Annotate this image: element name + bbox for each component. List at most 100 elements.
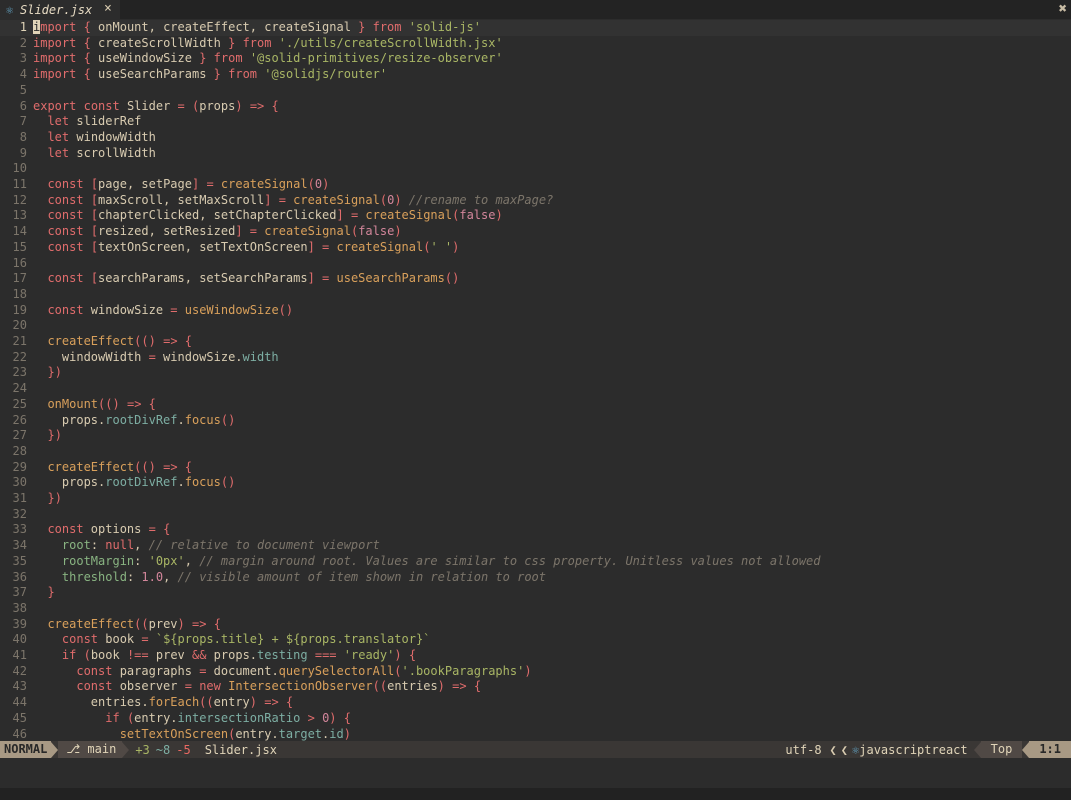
diff-added: +3: [135, 742, 150, 757]
close-icon[interactable]: ×: [104, 1, 112, 16]
line-number: 10: [12, 161, 27, 176]
code-line[interactable]: 5: [0, 83, 1071, 99]
code-line[interactable]: 7 let sliderRef: [0, 114, 1071, 130]
code-line[interactable]: 43 const observer = new IntersectionObse…: [0, 679, 1071, 695]
code-line[interactable]: 8 let windowWidth: [0, 130, 1071, 146]
code-line[interactable]: 6 export const Slider = (props) => {: [0, 99, 1071, 115]
line-number: 46: [12, 726, 27, 741]
line-number: 25: [12, 396, 27, 411]
code-line[interactable]: 21 createEffect(() => {: [0, 334, 1071, 350]
line-number: 29: [12, 459, 27, 474]
line-number: 40: [12, 632, 27, 647]
code-line[interactable]: 25 onMount(() => {: [0, 397, 1071, 413]
code-line[interactable]: 3 import { useWindowSize } from '@solid-p…: [0, 51, 1071, 67]
code-line[interactable]: 13 const [chapterClicked, setChapterClic…: [0, 208, 1071, 224]
code-line[interactable]: 16: [0, 256, 1071, 272]
code-text: onMount(() => {: [47, 396, 156, 411]
code-line[interactable]: 35 rootMargin: '0px', // margin around r…: [0, 554, 1071, 570]
code-line[interactable]: 45 if (entry.intersectionRatio > 0) {: [0, 711, 1071, 727]
code-text: let scrollWidth: [47, 145, 156, 160]
code-text: windowWidth = windowSize.width: [33, 349, 279, 364]
code-line[interactable]: 24: [0, 381, 1071, 397]
line-number: 14: [12, 224, 27, 239]
code-text: import { onMount, createEffect, createSi…: [33, 20, 481, 34]
code-line[interactable]: 40 const book = `${props.title} + ${prop…: [0, 632, 1071, 648]
code-line[interactable]: 41 if (book !== prev && props.testing ==…: [0, 648, 1071, 664]
code-text: }): [47, 491, 62, 505]
code-text: if (entry.intersectionRatio > 0) {: [105, 710, 351, 725]
tab-slider-jsx[interactable]: ⚛ Slider.jsx ×: [0, 0, 120, 19]
separator-left-icon: ❮: [840, 742, 849, 757]
code-line[interactable]: 19 const windowSize = useWindowSize(): [0, 303, 1071, 319]
code-line[interactable]: 28: [0, 444, 1071, 460]
code-line[interactable]: 42 const paragraphs = document.querySele…: [0, 664, 1071, 680]
line-number: 11: [12, 177, 27, 191]
code-line[interactable]: 46 setTextOnScreen(entry.target.id): [0, 727, 1071, 743]
close-all-icon[interactable]: ✖: [1059, 1, 1067, 17]
line-number: 32: [12, 506, 27, 521]
line-number: 8: [19, 129, 27, 144]
code-text: const [chapterClicked, setChapterClicked…: [47, 208, 503, 223]
line-number: 42: [12, 663, 27, 678]
separator: [51, 741, 59, 758]
code-text: rootMargin: '0px', // margin around root…: [61, 553, 821, 568]
code-line[interactable]: 30 props.rootDivRef.focus(): [0, 475, 1071, 491]
status-file-name: Slider.jsx: [204, 742, 277, 757]
code-text: }: [47, 585, 55, 600]
code-line[interactable]: 4 import { useSearchParams } from '@solid…: [0, 67, 1071, 83]
code-text: props.rootDivRef.focus(): [33, 412, 236, 427]
code-text: threshold: 1.0, // visible amount of ite…: [61, 569, 546, 584]
line-number: 35: [12, 553, 27, 568]
code-text: export const Slider = (props) => {: [33, 98, 279, 113]
line-number: 27: [12, 428, 27, 443]
filetype-label: javascriptreact: [859, 742, 968, 757]
code-line[interactable]: 10: [0, 161, 1071, 177]
code-line[interactable]: 36 threshold: 1.0, // visible amount of …: [0, 570, 1071, 586]
line-number: 4: [19, 67, 27, 82]
react-atom-icon: ⚛: [6, 2, 14, 17]
code-line[interactable]: 9 let scrollWidth: [0, 146, 1071, 162]
command-line[interactable]: [0, 758, 1071, 788]
line-number: 17: [12, 271, 27, 286]
code-text: entries.forEach((entry) => {: [33, 695, 294, 710]
line-number: 19: [12, 302, 27, 317]
line-number: 39: [12, 616, 27, 631]
code-line[interactable]: 1 import { onMount, createEffect, createS…: [0, 20, 1071, 36]
code-text: createEffect(() => {: [47, 459, 193, 474]
separator: [1022, 741, 1030, 758]
code-text: createEffect(() => {: [47, 334, 193, 348]
line-number: 23: [12, 365, 27, 380]
code-line[interactable]: 27 }): [0, 428, 1071, 444]
code-line[interactable]: 34 root: null, // relative to document v…: [0, 538, 1071, 554]
code-text: setTextOnScreen(entry.target.id): [119, 726, 351, 741]
code-editor[interactable]: 1 import { onMount, createEffect, createS…: [0, 19, 1071, 741]
code-line[interactable]: 33 const options = {: [0, 522, 1071, 538]
line-number: 15: [12, 239, 27, 254]
code-line[interactable]: 20: [0, 318, 1071, 334]
code-line[interactable]: 23 }): [0, 365, 1071, 381]
code-line[interactable]: 38: [0, 601, 1071, 617]
code-line[interactable]: 32: [0, 507, 1071, 523]
code-text: }): [47, 428, 62, 443]
code-line[interactable]: 14 const [resized, setResized] = createS…: [0, 224, 1071, 240]
code-line[interactable]: 37 }: [0, 585, 1071, 601]
code-line[interactable]: 17 const [searchParams, setSearchParams]…: [0, 271, 1071, 287]
code-line[interactable]: 2 import { createScrollWidth } from './ut…: [0, 36, 1071, 52]
code-line[interactable]: 29 createEffect(() => {: [0, 460, 1071, 476]
code-line[interactable]: 39 createEffect((prev) => {: [0, 617, 1071, 633]
code-line[interactable]: 11 const [page, setPage] = createSignal(…: [0, 177, 1071, 193]
code-line[interactable]: 18: [0, 287, 1071, 303]
separator: [122, 741, 130, 758]
line-number: 12: [12, 192, 27, 207]
code-text: import { useSearchParams } from '@solidj…: [33, 67, 388, 82]
code-line[interactable]: 12 const [maxScroll, setMaxScroll] = cre…: [0, 193, 1071, 209]
code-line[interactable]: 22 windowWidth = windowSize.width: [0, 350, 1071, 366]
line-number: 13: [12, 208, 27, 223]
code-line[interactable]: 15 const [textOnScreen, setTextOnScreen]…: [0, 240, 1071, 256]
code-line[interactable]: 31 }): [0, 491, 1071, 507]
line-number: 21: [12, 334, 27, 348]
code-line[interactable]: 26 props.rootDivRef.focus(): [0, 413, 1071, 429]
line-number: 18: [12, 286, 27, 301]
code-text: let windowWidth: [47, 129, 156, 144]
code-line[interactable]: 44 entries.forEach((entry) => {: [0, 695, 1071, 711]
